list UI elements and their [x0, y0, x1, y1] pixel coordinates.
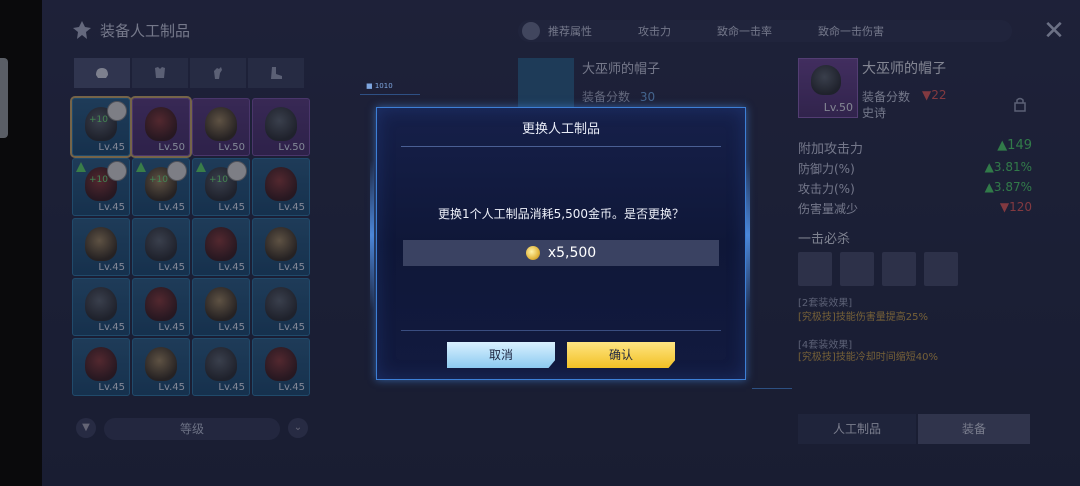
divider [401, 330, 721, 331]
confirm-button[interactable]: 确认 [567, 342, 675, 368]
side-handle [0, 58, 8, 138]
cancel-button[interactable]: 取消 [447, 342, 555, 368]
dialog-glow-left [370, 160, 374, 310]
cost-display: x5,500 [403, 240, 719, 266]
dialog-glow-right [746, 160, 750, 310]
replace-artifact-dialog: 更换人工制品 更换1个人工制品消耗5,500金币。是否更换？ x5,500 取消… [376, 107, 746, 380]
deco-tag: ■ 1010 [366, 82, 393, 90]
deco-line [360, 94, 420, 95]
divider [401, 146, 721, 147]
cost-value: x5,500 [547, 245, 597, 261]
game-screen: 装备人工制品 ✕ +10 Lv.45 Lv.50 Lv.50 Lv.50 +10 Lv.45… [42, 0, 1080, 486]
gold-coin-icon [525, 246, 540, 260]
deco-line [752, 388, 792, 389]
dialog-message: 更换1个人工制品消耗5,500金币。是否更换？ [438, 207, 684, 221]
dialog-title: 更换人工制品 [521, 122, 600, 137]
